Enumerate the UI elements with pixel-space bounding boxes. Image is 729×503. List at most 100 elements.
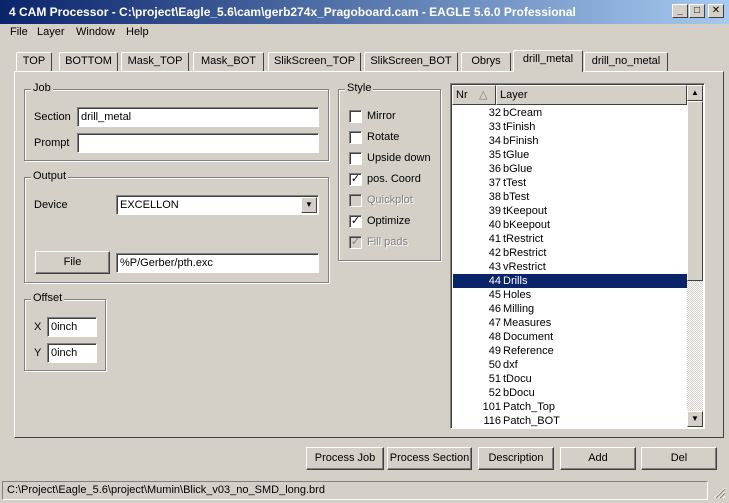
- layer-row[interactable]: 36 bGlue: [453, 162, 687, 176]
- layer-row[interactable]: 41 tRestrict: [453, 232, 687, 246]
- layer-row[interactable]: 42 bRestrict: [453, 246, 687, 260]
- optimize-label: Optimize: [367, 215, 411, 227]
- layer-row[interactable]: 48 Document: [453, 330, 687, 344]
- layer-row[interactable]: 40 bKeepout: [453, 218, 687, 232]
- tab-bottom[interactable]: BOTTOM: [59, 52, 118, 71]
- layer-row[interactable]: 44 Drills: [453, 274, 687, 288]
- scroll-up-icon[interactable]: ▲: [687, 85, 703, 101]
- layer-name: tFinish: [503, 121, 536, 133]
- rotate-label: Rotate: [367, 131, 400, 143]
- layer-row[interactable]: 46 Milling: [453, 302, 687, 316]
- layer-row[interactable]: 34 bFinish: [453, 134, 687, 148]
- tab-obrys[interactable]: Obrys: [461, 52, 511, 71]
- tab-slikscreen-top[interactable]: SlikScreen_TOP: [268, 52, 361, 71]
- tab-mask-top[interactable]: Mask_TOP: [121, 52, 189, 71]
- layer-row[interactable]: 51 tDocu: [453, 372, 687, 386]
- layer-list-scrollbar[interactable]: ▲ ▼: [687, 85, 703, 427]
- menu-layer[interactable]: Layer: [37, 26, 65, 38]
- layer-row[interactable]: 49 Reference: [453, 344, 687, 358]
- layer-nr: 34: [488, 135, 501, 147]
- layer-row[interactable]: 43 vRestrict: [453, 260, 687, 274]
- section-label: Section: [34, 111, 71, 123]
- layer-name: bKeepout: [503, 219, 551, 231]
- device-select-value: EXCELLON: [120, 199, 179, 211]
- process-job-button[interactable]: Process Job: [306, 447, 384, 470]
- tab-top[interactable]: TOP: [16, 52, 52, 71]
- tab-drill-no-metal[interactable]: drill_no_metal: [584, 52, 668, 71]
- device-select[interactable]: EXCELLON ▼: [116, 195, 319, 215]
- output-group: Output Device EXCELLON ▼ File %P/Gerber/…: [24, 170, 329, 283]
- minimize-icon[interactable]: _: [672, 4, 688, 18]
- layer-name: tGlue: [503, 149, 530, 161]
- layer-row[interactable]: 52 bDocu: [453, 386, 687, 400]
- nr-column-header[interactable]: Nr △: [452, 85, 496, 105]
- title-bar[interactable]: 4 CAM Processor - C:\project\Eagle_5.6\c…: [0, 0, 729, 24]
- layer-row[interactable]: 38 bTest: [453, 190, 687, 204]
- layer-row[interactable]: 116 Patch_BOT: [453, 414, 687, 428]
- menu-window[interactable]: Window: [76, 26, 115, 38]
- layer-name: tKeepout: [503, 205, 548, 217]
- layer-row[interactable]: 47 Measures: [453, 316, 687, 330]
- tab-mask-bot[interactable]: Mask_BOT: [193, 52, 264, 71]
- layer-nr: 36: [488, 163, 501, 175]
- scroll-down-icon[interactable]: ▼: [687, 411, 703, 427]
- layer-row[interactable]: 101 Patch_Top: [453, 400, 687, 414]
- pos-coord-checkbox[interactable]: ✓: [349, 173, 362, 186]
- menu-help[interactable]: Help: [126, 26, 149, 38]
- layer-name: Document: [503, 331, 554, 343]
- layer-name: bGlue: [503, 163, 533, 175]
- scroll-thumb[interactable]: [687, 101, 703, 281]
- prompt-input[interactable]: [77, 133, 319, 153]
- offset-y-label: Y: [34, 347, 42, 359]
- fill-pads-label: Fill pads: [367, 236, 408, 248]
- layer-nr: 33: [488, 121, 501, 133]
- tab-drill-metal[interactable]: drill_metal: [513, 50, 583, 72]
- layer-row[interactable]: 32 bCream: [453, 106, 687, 120]
- offset-y-input[interactable]: 0inch: [47, 343, 97, 363]
- layer-list[interactable]: Nr △ Layer 32 bCream 33 tFinish 34 bFinish 35 t…: [450, 83, 705, 429]
- rotate-checkbox[interactable]: [349, 131, 362, 144]
- offset-x-input[interactable]: 0inch: [47, 317, 97, 337]
- layer-nr: 46: [488, 303, 501, 315]
- layer-row[interactable]: 35 tGlue: [453, 148, 687, 162]
- del-button[interactable]: Del: [641, 447, 717, 470]
- layer-nr: 48: [488, 331, 501, 343]
- layer-row[interactable]: 37 tTest: [453, 176, 687, 190]
- menu-bar: File Layer Window Help: [0, 24, 729, 42]
- description-button[interactable]: Description: [478, 447, 554, 470]
- nr-header-label: Nr: [456, 89, 468, 101]
- section-input[interactable]: drill_metal: [77, 107, 319, 127]
- tab-slikscreen-bot[interactable]: SlikScreen_BOT: [364, 52, 458, 71]
- layer-row[interactable]: 33 tFinish: [453, 120, 687, 134]
- maximize-icon[interactable]: □: [689, 4, 705, 18]
- mirror-checkbox[interactable]: [349, 110, 362, 123]
- layer-nr: 43: [488, 261, 501, 273]
- file-path-input[interactable]: %P/Gerber/pth.exc: [116, 253, 319, 273]
- menu-file[interactable]: File: [10, 26, 28, 38]
- layer-nr: 39: [488, 205, 501, 217]
- process-section-button[interactable]: Process Section: [387, 447, 472, 470]
- file-button[interactable]: File: [35, 251, 110, 274]
- quickplot-checkbox: [349, 194, 362, 207]
- add-button[interactable]: Add: [560, 447, 636, 470]
- optimize-checkbox[interactable]: ✓: [349, 215, 362, 228]
- output-group-title: Output: [31, 170, 69, 182]
- resize-grip-icon[interactable]: [712, 485, 726, 499]
- layer-row[interactable]: 50 dxf: [453, 358, 687, 372]
- layer-nr: 51: [488, 373, 501, 385]
- offset-group: Offset X 0inch Y 0inch: [24, 292, 106, 371]
- layer-name: dxf: [503, 359, 518, 371]
- layer-name: tTest: [503, 177, 527, 189]
- layer-row[interactable]: 39 tKeepout: [453, 204, 687, 218]
- layer-name: Patch_BOT: [503, 415, 560, 427]
- upside-down-checkbox[interactable]: [349, 152, 362, 165]
- layer-name: Patch_Top: [503, 401, 555, 413]
- layer-nr: 40: [488, 219, 501, 231]
- layer-row[interactable]: 45 Holes: [453, 288, 687, 302]
- layer-nr: 42: [488, 247, 501, 259]
- layer-column-header[interactable]: Layer: [496, 85, 687, 105]
- layer-nr: 52: [488, 387, 501, 399]
- close-icon[interactable]: ✕: [708, 4, 724, 18]
- layer-nr: 44: [488, 275, 501, 287]
- chevron-down-icon[interactable]: ▼: [301, 197, 317, 213]
